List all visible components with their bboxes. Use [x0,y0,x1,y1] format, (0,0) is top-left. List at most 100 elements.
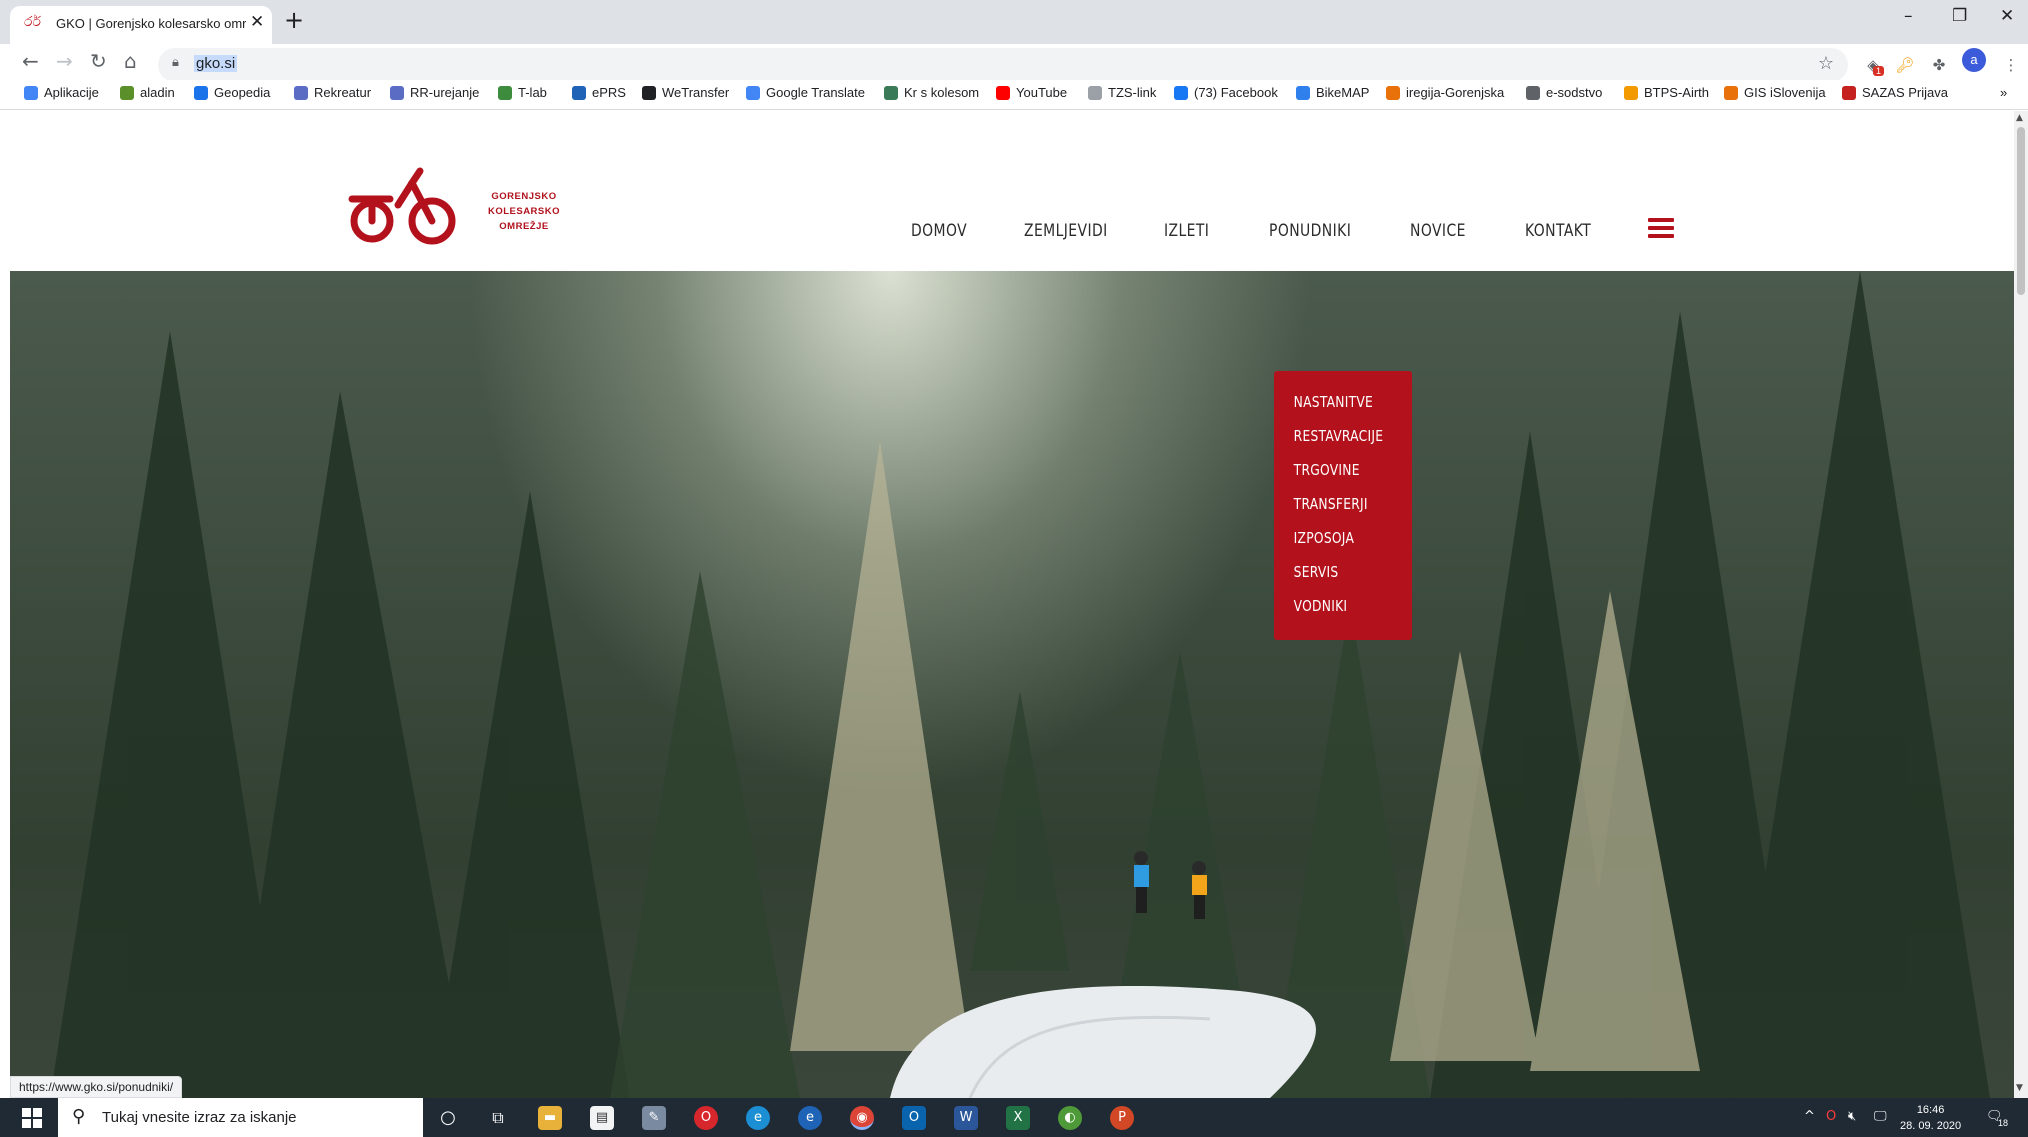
bike-icon [884,85,898,100]
cortana-icon[interactable]: ○ [436,1106,460,1130]
volume-muted-icon[interactable]: 🔇︎ [1848,1109,1856,1124]
taskbar-search-box[interactable]: ⚲ Tukaj vnesite izraz za iskanje [58,1098,423,1137]
bikemap-icon [1296,85,1310,100]
bookmark-wetransfer[interactable]: WeTransfer [642,85,729,100]
forward-icon[interactable]: → [56,49,73,73]
bookmark-label: Rekreatur [314,85,372,100]
url-text[interactable]: gko.si [194,55,238,72]
dropdown-item-nastanitve[interactable]: NASTANITVE [1274,385,1387,419]
extension-badge: 1 [1873,66,1885,76]
lock-icon[interactable]: 🔒︎ [172,55,179,70]
bookmark-eprs[interactable]: ePRS [572,85,626,100]
opera-icon[interactable]: O [694,1106,718,1130]
qgis-icon[interactable]: ◐ [1058,1106,1082,1130]
dropdown-item-vodniki[interactable]: VODNIKI [1274,589,1387,623]
bookmark-73-facebook[interactable]: (73) Facebook [1174,85,1278,100]
translate-icon [746,85,760,100]
close-window-icon[interactable]: ✕ [2000,6,2014,26]
bookmark-aladin[interactable]: aladin [120,85,175,100]
outlook-icon[interactable]: O [902,1106,926,1130]
bookmark-sazas-prijava[interactable]: SAZAS Prijava [1842,85,1948,100]
dropdown-item-servis[interactable]: SERVIS [1274,555,1387,589]
dropdown-item-trgovine[interactable]: TRGOVINE [1274,453,1387,487]
network-icon[interactable]: 🖵︎ [1874,1109,1887,1124]
bookmark-label: ePRS [592,85,626,100]
facebook-icon [1174,85,1188,100]
restore-icon[interactable]: ❐ [1952,6,1967,26]
nav-zemljevidi[interactable]: ZEMLJEVIDI [1024,221,1108,241]
opera-tray-icon[interactable]: O [1826,1109,1836,1124]
file-explorer-icon[interactable]: ▬ [538,1106,562,1130]
windows-start-icon[interactable] [22,1108,42,1128]
bookmark-e-sodstvo[interactable]: e-sodstvo [1526,85,1602,100]
youtube-icon [996,85,1010,100]
bookmark-bikemap[interactable]: BikeMAP [1296,85,1369,100]
bookmark-btps-airth[interactable]: BTPS-Airth [1624,85,1709,100]
geopedia-icon [194,85,208,100]
scroll-up-icon[interactable]: ▲ [2016,113,2023,123]
nav-novice[interactable]: NOVICE [1410,221,1466,241]
dropdown-item-transferji[interactable]: TRANSFERJI [1274,487,1387,521]
page-scrollbar[interactable]: ▲ ▼ [2014,111,2028,1098]
excel-icon[interactable]: X [1006,1106,1030,1130]
minimize-icon[interactable]: – [1904,6,1913,26]
nav-ponudniki[interactable]: PONUDNIKI [1269,221,1351,241]
profile-avatar[interactable]: a [1962,48,1986,72]
rekreatur-icon [294,85,308,100]
bookmark-t-lab[interactable]: T-lab [498,85,547,100]
nav-domov[interactable]: DOMOV [911,221,967,241]
bookmarks-overflow-icon[interactable]: » [2000,85,2007,100]
word-icon[interactable]: W [954,1106,978,1130]
back-icon[interactable]: ← [22,49,39,73]
address-bar[interactable]: 🔒︎ gko.si ☆ [158,48,1848,82]
tray-chevron-icon[interactable]: ^ [1804,1109,1815,1124]
extensions-puzzle-icon[interactable]: ✤ [1928,54,1950,76]
dropdown-item-restavracije[interactable]: RESTAVRACIJE [1274,419,1387,453]
task-view-icon[interactable]: ⧉ [486,1106,510,1130]
bookmark-label: GIS iSlovenija [1744,85,1826,100]
scrollbar-thumb[interactable] [2017,127,2025,295]
reload-icon[interactable]: ↻ [90,49,107,73]
bookmark-gis-islovenija[interactable]: GIS iSlovenija [1724,85,1826,100]
home-icon[interactable]: ⌂ [124,49,137,73]
status-url-bubble: https://www.gko.si/ponudniki/ [10,1076,183,1098]
bookmark-aplikacije[interactable]: Aplikacije [24,85,99,100]
bookmark-iregija-gorenjska[interactable]: iregija-Gorenjska [1386,85,1504,100]
paint-icon[interactable]: ✎ [642,1106,666,1130]
nav-izleti[interactable]: IZLETI [1164,221,1209,241]
gko-logo[interactable] [342,165,462,247]
browser-tab[interactable]: ර්ර GKO | Gorenjsko kolesarsko omrežje ✕ [10,6,272,44]
bookmark-rekreatur[interactable]: Rekreatur [294,85,371,100]
menu-kebab-icon[interactable]: ⋮ [2000,54,2022,76]
bookmark-rr-urejanje[interactable]: RR-urejanje [390,85,479,100]
bookmark-label: Google Translate [766,85,866,100]
new-tab-button[interactable]: + [284,6,304,34]
eprs-icon [572,85,586,100]
bookmark-label: e-sodstvo [1546,85,1603,100]
bookmark-youtube[interactable]: YouTube [996,85,1067,100]
bookmark-google-translate[interactable]: Google Translate [746,85,865,100]
edge-icon[interactable]: e [746,1106,770,1130]
search-icon: ⚲ [72,1106,86,1127]
taskbar-clock[interactable]: 16:46 28. 09. 2020 [1900,1102,1961,1134]
dropdown-item-izposoja[interactable]: IZPOSOJA [1274,521,1387,555]
bookmark-star-icon[interactable]: ☆ [1818,53,1834,74]
notifications-count: 18 [1998,1118,2009,1128]
bookmark-tzs-link[interactable]: TZS-link [1088,85,1156,100]
bookmark-geopedia[interactable]: Geopedia [194,85,270,100]
bookmark-kr-s-kolesom[interactable]: Kr s kolesom [884,85,979,100]
internet-explorer-icon[interactable]: e [798,1106,822,1130]
bookmark-label: SAZAS Prijava [1862,85,1948,100]
wetransfer-icon [642,85,656,100]
close-tab-icon[interactable]: ✕ [250,12,264,32]
hamburger-menu-icon[interactable] [1648,218,1674,240]
chrome-icon[interactable]: ◉ [850,1106,874,1130]
notepad-icon[interactable]: ▤ [590,1106,614,1130]
taskbar-search-placeholder: Tukaj vnesite izraz za iskanje [102,1109,297,1126]
scroll-down-icon[interactable]: ▼ [2016,1083,2023,1093]
gis-icon [1724,85,1738,100]
browser-tab-strip: ර්ර GKO | Gorenjsko kolesarsko omrežje ✕… [0,0,2028,44]
nav-kontakt[interactable]: KONTAKT [1525,221,1591,241]
powerpoint-icon[interactable]: P [1110,1106,1134,1130]
key-extension-icon[interactable]: 🔑︎ [1894,54,1916,76]
